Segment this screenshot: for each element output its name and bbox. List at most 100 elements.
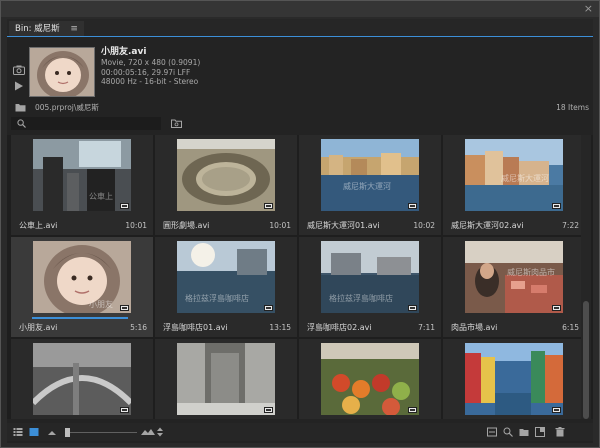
folder-icon[interactable] bbox=[15, 103, 26, 112]
clip-thumbnail[interactable]: 格拉兹浮島咖啡店 bbox=[321, 241, 419, 313]
zoom-slider-handle[interactable] bbox=[65, 428, 70, 437]
zoom-slider-track[interactable] bbox=[67, 432, 137, 433]
panel-menu-icon[interactable]: ≡ bbox=[70, 21, 78, 37]
find-icon[interactable] bbox=[503, 427, 513, 437]
clip-cell-selected[interactable]: 小朋友 小朋友.avi 5:16 bbox=[11, 237, 153, 337]
clip-thumbnail[interactable]: 威尼斯大運河 bbox=[321, 139, 419, 211]
clip-cell[interactable] bbox=[443, 339, 585, 419]
clip-duration: 10:01 bbox=[269, 221, 291, 230]
new-bin-icon[interactable] bbox=[519, 427, 529, 437]
clip-audio: 48000 Hz - 16-bit - Stereo bbox=[101, 77, 199, 86]
clip-cell[interactable]: 圓形劇場.avi 10:01 bbox=[155, 135, 297, 235]
clip-thumbnail[interactable]: 小朋友 bbox=[33, 241, 131, 313]
clip-name: 威尼斯大運河01.avi bbox=[307, 221, 380, 230]
camera-icon[interactable] bbox=[13, 65, 25, 75]
clip-name: 威尼斯大運河02.avi bbox=[451, 221, 524, 230]
clip-thumbnail[interactable]: 威尼斯肉品市 bbox=[465, 241, 563, 313]
search-row bbox=[7, 117, 593, 131]
clip-cell[interactable] bbox=[11, 339, 153, 419]
film-strip-icon bbox=[264, 305, 273, 311]
clip-timecode: 00:00:05:16, 29.97i LFF bbox=[101, 67, 191, 77]
clip-cell[interactable]: 威尼斯大運河 威尼斯大運河01.avi 10:02 bbox=[299, 135, 441, 235]
clip-thumbnail[interactable]: 公車上 bbox=[33, 139, 131, 211]
thumbnail-watermark: 格拉兹浮島咖啡店 bbox=[329, 293, 393, 303]
bottom-toolbar bbox=[7, 423, 593, 441]
clip-name: 肉品市場.avi bbox=[451, 323, 498, 332]
clip-duration: 10:01 bbox=[125, 221, 147, 230]
project-panel: 小朋友.avi Movie, 720 x 480 (0.9091) 00:00:… bbox=[7, 37, 593, 443]
vertical-scrollbar[interactable] bbox=[581, 135, 591, 419]
clip-name: 小朋友.avi bbox=[19, 323, 58, 332]
clip-cell[interactable]: 公車上 公車上.avi 10:01 bbox=[11, 135, 153, 235]
automate-to-sequence-icon[interactable] bbox=[487, 427, 497, 437]
clip-cell[interactable] bbox=[155, 339, 297, 419]
clip-duration: 7:22 bbox=[562, 221, 579, 230]
clip-grid: 公車上 公車上.avi 10:01 圓形劇場.avi 10:01 威尼斯大運河 … bbox=[7, 135, 593, 419]
film-strip-icon bbox=[408, 407, 417, 413]
search-input[interactable] bbox=[11, 117, 161, 130]
clip-thumbnail[interactable]: 威尼斯大運河 bbox=[465, 139, 563, 211]
film-strip-icon bbox=[120, 203, 129, 209]
thumbnail-watermark: 公車上 bbox=[89, 191, 113, 201]
clip-duration: 5:16 bbox=[130, 323, 147, 332]
clip-thumbnail[interactable] bbox=[465, 343, 563, 415]
trash-icon[interactable] bbox=[555, 427, 565, 437]
clip-cell[interactable] bbox=[299, 339, 441, 419]
film-strip-icon bbox=[264, 407, 273, 413]
bin-path-row: 005.prproj\威尼斯 18 Items bbox=[7, 101, 593, 115]
list-view-icon[interactable] bbox=[13, 427, 23, 437]
film-strip-icon bbox=[120, 407, 129, 413]
thumbnail-watermark: 威尼斯大運河 bbox=[501, 173, 549, 183]
tab-bar: Bin: 威尼斯 ≡ bbox=[7, 19, 593, 37]
tab-label: Bin: 威尼斯 bbox=[15, 24, 60, 34]
clip-duration: 7:11 bbox=[418, 323, 435, 332]
icon-view-icon[interactable] bbox=[29, 427, 39, 437]
clip-info: 小朋友.avi Movie, 720 x 480 (0.9091) 00:00:… bbox=[101, 47, 200, 87]
film-strip-icon bbox=[552, 203, 561, 209]
search-icon bbox=[17, 119, 26, 128]
clip-name: 浮島咖啡店01.avi bbox=[163, 323, 228, 332]
clip-thumbnail[interactable]: 格拉兹浮島咖啡店 bbox=[177, 241, 275, 313]
clip-thumbnail[interactable] bbox=[177, 139, 275, 211]
window-titlebar[interactable]: × bbox=[1, 1, 599, 17]
clip-thumbnail[interactable] bbox=[33, 343, 131, 415]
bin-window: × Bin: 威尼斯 ≡ 小朋友.avi Movie, 720 x 480 (0… bbox=[0, 0, 600, 448]
thumbnail-watermark: 威尼斯大運河 bbox=[343, 181, 391, 191]
thumbnail-watermark: 小朋友 bbox=[89, 299, 113, 309]
thumbnail-watermark: 威尼斯肉品市 bbox=[507, 267, 555, 277]
scrollbar-thumb[interactable] bbox=[583, 301, 589, 419]
clip-cell[interactable]: 格拉兹浮島咖啡店 浮島咖啡店01.avi 13:15 bbox=[155, 237, 297, 337]
clip-cell[interactable]: 格拉兹浮島咖啡店 浮島咖啡店02.avi 7:11 bbox=[299, 237, 441, 337]
selection-indicator bbox=[32, 317, 128, 319]
clip-thumbnail[interactable] bbox=[321, 343, 419, 415]
clip-name: 圓形劇場.avi bbox=[163, 221, 210, 230]
items-count: 18 Items bbox=[556, 103, 589, 112]
new-item-icon[interactable] bbox=[535, 427, 545, 437]
close-icon[interactable]: × bbox=[584, 2, 593, 16]
clip-name: 公車上.avi bbox=[19, 221, 58, 230]
film-strip-icon bbox=[120, 305, 129, 311]
thumbnail-watermark: 格拉兹浮島咖啡店 bbox=[185, 293, 249, 303]
tab-bin[interactable]: Bin: 威尼斯 ≡ bbox=[9, 21, 84, 37]
clip-duration: 10:02 bbox=[413, 221, 435, 230]
zoom-in-icon[interactable] bbox=[141, 427, 155, 437]
sort-icon[interactable] bbox=[155, 427, 165, 437]
film-strip-icon bbox=[552, 305, 561, 311]
clip-duration: 6:15 bbox=[562, 323, 579, 332]
film-strip-icon bbox=[408, 203, 417, 209]
new-search-bin-icon[interactable] bbox=[171, 119, 182, 128]
clip-name: 浮島咖啡店02.avi bbox=[307, 323, 372, 332]
zoom-out-icon[interactable] bbox=[47, 427, 57, 437]
clip-cell[interactable]: 威尼斯大運河 威尼斯大運河02.avi 7:22 bbox=[443, 135, 585, 235]
clip-cell[interactable]: 威尼斯肉品市 肉品市場.avi 6:15 bbox=[443, 237, 585, 337]
film-strip-icon bbox=[552, 407, 561, 413]
clip-thumbnail[interactable] bbox=[177, 343, 275, 415]
clip-duration: 13:15 bbox=[269, 323, 291, 332]
bin-path: 005.prproj\威尼斯 bbox=[35, 103, 99, 112]
clip-name: 小朋友.avi bbox=[101, 47, 147, 57]
clip-preview-thumbnail[interactable] bbox=[29, 47, 95, 97]
play-icon[interactable] bbox=[14, 81, 24, 91]
clip-format: Movie, 720 x 480 (0.9091) bbox=[101, 58, 201, 67]
film-strip-icon bbox=[264, 203, 273, 209]
film-strip-icon bbox=[408, 305, 417, 311]
